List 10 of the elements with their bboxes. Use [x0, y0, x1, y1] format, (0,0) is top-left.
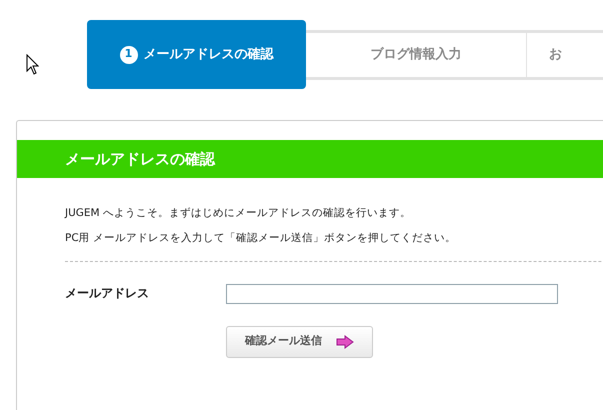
email-field[interactable] — [226, 284, 558, 304]
step-number: 1 — [120, 46, 138, 64]
panel-title: メールアドレスの確認 — [17, 140, 603, 178]
cursor-icon — [26, 54, 39, 75]
step-label: メールアドレスの確認 — [144, 46, 274, 64]
send-button[interactable]: 確認メール送信 — [226, 326, 373, 358]
intro-text: JUGEM へようこそ。まずはじめにメールアドレスの確認を行います。 — [65, 206, 412, 221]
arrow-icon — [336, 334, 354, 348]
field-label: メールアドレス — [65, 284, 150, 302]
intro-text: PC用 メールアドレスを入力して「確認メール送信」ボタンを押してください。 — [65, 230, 458, 246]
